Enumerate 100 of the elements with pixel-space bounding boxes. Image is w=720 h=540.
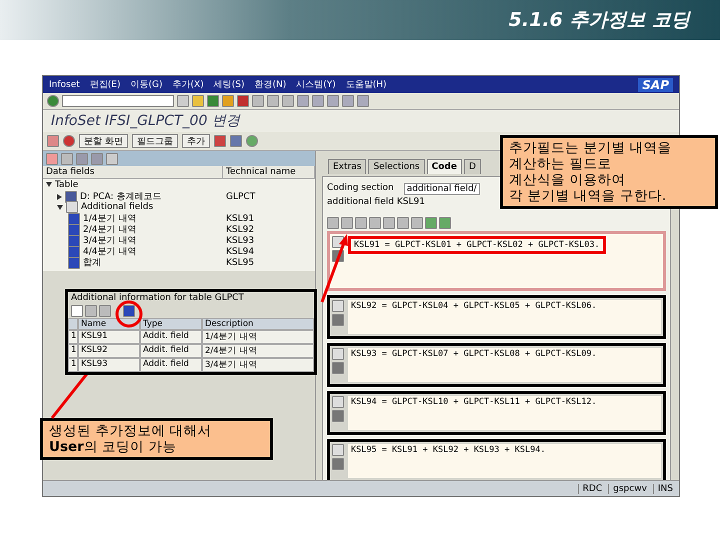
toolbar-icon[interactable] — [192, 95, 204, 107]
logo: SAP — [638, 78, 673, 92]
callout-note: 추가필드는 분기별 내역을 계산하는 필드로 계산식을 이용하여 각 분기별 내역을 구한다. — [500, 135, 718, 209]
menu-item[interactable]: 세팅(S) — [214, 78, 244, 91]
menu-item[interactable]: 시스템(Y) — [296, 78, 336, 91]
edit-icon[interactable] — [332, 300, 344, 312]
toolbar-icon[interactable] — [267, 95, 279, 107]
editor-icon[interactable] — [425, 217, 437, 229]
field-icon — [68, 256, 80, 268]
editor-icon[interactable] — [355, 217, 367, 229]
table-cell: 1 — [68, 358, 78, 372]
technical-name: KSL95 — [225, 258, 256, 268]
menu-item[interactable]: 편집(E) — [90, 78, 121, 91]
toolbar-icon[interactable] — [46, 152, 58, 164]
toolbar-icon[interactable] — [63, 135, 75, 147]
table-cell: 3/4분기 내역 — [202, 358, 314, 372]
technical-name: KSL93 — [225, 236, 256, 246]
editor-icon[interactable] — [411, 217, 423, 229]
edit-icon[interactable] — [332, 444, 344, 456]
toolbar-icon[interactable] — [177, 95, 189, 107]
toolbar-icon[interactable] — [61, 152, 73, 164]
status-item: RDC — [578, 484, 602, 494]
tree-item[interactable]: 3/4분기 내역 — [43, 234, 223, 247]
tab[interactable]: Extras — [328, 159, 366, 174]
status-item: gspcwv — [608, 484, 647, 494]
column-header: Type — [140, 318, 202, 330]
toolbar-icon[interactable] — [237, 95, 249, 107]
expander-icon[interactable] — [46, 182, 52, 187]
toolbar-icon[interactable] — [246, 135, 258, 147]
editor-icon[interactable] — [341, 217, 353, 229]
editor-icon[interactable] — [397, 217, 409, 229]
editor-icon[interactable] — [327, 217, 339, 229]
menu-item[interactable]: 이동(G) — [130, 78, 163, 91]
toolbar-icon[interactable] — [71, 305, 83, 317]
table-cell: Addit. field — [140, 344, 202, 358]
column-header: Description — [202, 318, 314, 330]
toolbar-button[interactable]: 추가 — [182, 134, 210, 148]
callout-note: 생성된 추가정보에 대해서 User의 코딩이 가능 — [40, 418, 273, 460]
toolbar-icon[interactable] — [91, 152, 103, 164]
highlight-circle — [116, 300, 142, 328]
field-label: Coding section — [327, 183, 394, 195]
pointer-arrow — [320, 234, 348, 303]
table-cell: Addit. field — [140, 358, 202, 372]
tree-item[interactable]: 4/4분기 내역 — [43, 245, 223, 258]
technical-name: GLPCT — [225, 192, 256, 202]
table-icon — [65, 190, 77, 202]
editor-icon[interactable] — [383, 217, 395, 229]
edit-icon[interactable] — [332, 396, 344, 408]
toolbar-icon[interactable] — [230, 135, 242, 147]
tree-item[interactable]: Additional fields — [43, 201, 223, 213]
field-icon — [68, 212, 80, 224]
menu-item[interactable]: 추가(X) — [172, 78, 204, 91]
toolbar-button[interactable]: 필드그룹 — [132, 134, 178, 148]
table-cell: 1/4분기 내역 — [202, 330, 314, 344]
tree-item[interactable]: Table — [43, 180, 223, 190]
tab[interactable]: D — [464, 159, 481, 174]
editor-icon[interactable] — [369, 217, 381, 229]
editor-icon[interactable] — [439, 217, 451, 229]
window-title: InfoSet IFSI_GLPCT_00 변경 — [43, 110, 679, 132]
section-field[interactable]: additional field/ — [404, 183, 480, 195]
toolbar-icon[interactable] — [99, 305, 111, 317]
menu-item[interactable]: 도움말(H) — [346, 78, 387, 91]
technical-name: KSL92 — [225, 224, 256, 234]
edit-icon[interactable] — [332, 348, 344, 360]
save-icon[interactable] — [332, 314, 344, 326]
technical-name: KSL91 — [225, 214, 256, 224]
toolbar-icon[interactable] — [282, 95, 294, 107]
column-header — [68, 318, 78, 330]
column-header: Data fields — [43, 166, 223, 178]
check-icon[interactable] — [47, 95, 59, 107]
tree-item[interactable]: 1/4분기 내역 — [43, 212, 223, 225]
tab[interactable]: Selections — [368, 159, 425, 174]
toolbar-icon[interactable] — [252, 95, 264, 107]
field-icon — [68, 234, 80, 246]
menu-item[interactable]: 환경(N) — [254, 78, 286, 91]
save-icon[interactable] — [332, 410, 344, 422]
tree-item[interactable]: 합계 — [43, 256, 223, 269]
toolbar-icon[interactable] — [106, 152, 118, 164]
field-label: additional field KSL91 — [327, 197, 426, 207]
status-item: INS — [652, 484, 673, 494]
toolbar-icon[interactable] — [85, 305, 97, 317]
field-icon — [68, 246, 80, 258]
code-icon[interactable] — [123, 305, 135, 317]
save-icon[interactable] — [332, 458, 344, 470]
tree-item[interactable]: 2/4분기 내역 — [43, 223, 223, 236]
table-cell: Addit. field — [140, 330, 202, 344]
table-icon — [66, 201, 78, 213]
menu-item[interactable]: Infoset — [49, 80, 80, 90]
toolbar-icon[interactable] — [214, 135, 226, 147]
table-cell: KSL91 — [78, 330, 140, 344]
table-cell: KSL92 — [78, 344, 140, 358]
toolbar-icon[interactable] — [76, 152, 88, 164]
column-header: Technical name — [223, 166, 315, 178]
slide-title: 5.1.6 추가정보 코딩 — [508, 8, 690, 33]
table-cell: 1 — [68, 330, 78, 344]
save-icon[interactable] — [332, 362, 344, 374]
toolbar-button[interactable]: 분할 화면 — [79, 134, 128, 148]
table-cell: 1 — [68, 344, 78, 358]
tab[interactable]: Code — [426, 159, 462, 174]
command-field[interactable] — [62, 95, 174, 107]
